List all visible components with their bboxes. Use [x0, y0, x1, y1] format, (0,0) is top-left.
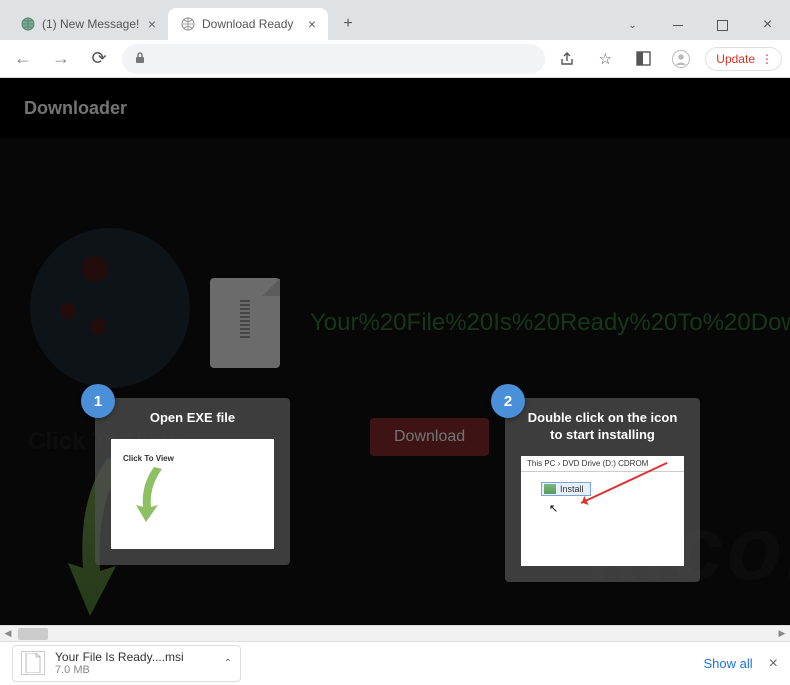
maximize-button[interactable]: [700, 10, 745, 40]
update-label: Update: [716, 52, 755, 66]
step-illustration: Click To View: [111, 439, 274, 549]
menu-dots-icon: ⋮: [761, 52, 771, 66]
file-title: Your%20File%20Is%20Ready%20To%20Down: [310, 309, 790, 337]
back-button[interactable]: ←: [8, 44, 38, 74]
globe-icon: [20, 16, 36, 32]
file-icon: [21, 651, 45, 675]
window-controls: ⌄ ×: [610, 10, 790, 40]
close-icon[interactable]: ×: [769, 655, 778, 673]
new-tab-button[interactable]: +: [334, 10, 362, 38]
reading-list-icon[interactable]: [629, 45, 657, 73]
page-viewport: Downloader k.com Your%20File%20Is%20Read…: [0, 78, 790, 625]
instruction-card-2: 2 Double click on the icon to start inst…: [505, 398, 700, 582]
tab-strip: (1) New Message! × Download Ready × +: [0, 8, 362, 40]
file-info: Your%20File%20Is%20Ready%20To%20Down: [210, 278, 790, 368]
update-button[interactable]: Update ⋮: [705, 47, 782, 71]
chevron-up-icon[interactable]: ⌃: [224, 658, 232, 669]
browser-toolbar: ← → ⟳ ☆ Update ⋮: [0, 40, 790, 78]
globe-icon: [180, 16, 196, 32]
browser-tab[interactable]: Download Ready ×: [168, 8, 328, 40]
zip-file-icon: [210, 278, 280, 368]
downloads-bar: Your File Is Ready....msi 7.0 MB ⌃ Show …: [0, 641, 790, 685]
explorer-breadcrumb: This PC › DVD Drive (D:) CDROM: [521, 456, 684, 472]
scroll-right-icon[interactable]: ▶: [774, 628, 790, 639]
step-title: Double click on the icon to start instal…: [521, 410, 684, 444]
download-filesize: 7.0 MB: [55, 664, 184, 677]
download-item[interactable]: Your File Is Ready....msi 7.0 MB ⌃: [12, 645, 241, 683]
scroll-left-icon[interactable]: ◀: [0, 628, 16, 639]
browser-tab[interactable]: (1) New Message! ×: [8, 8, 168, 40]
show-all-link[interactable]: Show all: [704, 656, 753, 671]
mini-label: Click To View: [123, 454, 174, 463]
download-filename: Your File Is Ready....msi: [55, 650, 184, 664]
cursor-icon: ↖: [549, 502, 558, 515]
install-label: Install: [560, 484, 584, 494]
download-button[interactable]: Download: [370, 418, 489, 456]
app-header: Downloader: [0, 78, 790, 138]
install-file-item: Install: [541, 482, 591, 496]
arrow-down-icon: [136, 467, 164, 522]
tabs-dropdown-icon[interactable]: ⌄: [610, 10, 655, 40]
instruction-card-1: 1 Open EXE file Click To View: [95, 398, 290, 565]
step-title: Open EXE file: [111, 410, 274, 427]
bookmark-icon[interactable]: ☆: [591, 45, 619, 73]
close-icon[interactable]: ×: [148, 17, 156, 31]
close-window-button[interactable]: ×: [745, 10, 790, 40]
app-title: Downloader: [24, 98, 127, 119]
close-icon[interactable]: ×: [308, 17, 316, 31]
watermark-logo: [30, 228, 190, 388]
forward-button[interactable]: →: [46, 44, 76, 74]
scrollbar-thumb[interactable]: [18, 628, 48, 640]
reload-button[interactable]: ⟳: [84, 44, 114, 74]
toolbar-actions: ☆ Update ⋮: [553, 45, 782, 73]
profile-icon[interactable]: [667, 45, 695, 73]
step-badge: 1: [81, 384, 115, 418]
address-bar[interactable]: [122, 44, 545, 74]
lock-icon: [134, 51, 146, 67]
installer-icon: [544, 484, 556, 494]
share-icon[interactable]: [553, 45, 581, 73]
tab-title: Download Ready: [202, 17, 293, 31]
step-badge: 2: [491, 384, 525, 418]
tab-title: (1) New Message!: [42, 17, 139, 31]
step-illustration: This PC › DVD Drive (D:) CDROM Install ↖: [521, 456, 684, 566]
minimize-button[interactable]: [655, 10, 700, 40]
window-titlebar: (1) New Message! × Download Ready × + ⌄ …: [0, 0, 790, 40]
horizontal-scrollbar[interactable]: ◀ ▶: [0, 625, 790, 641]
